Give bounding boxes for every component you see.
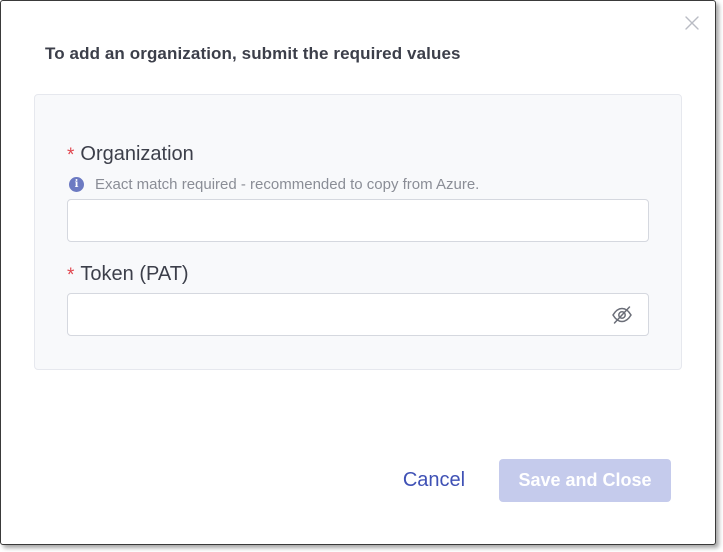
token-label: * Token (PAT) bbox=[67, 263, 189, 286]
organization-hint: i Exact match required - recommended to … bbox=[69, 176, 479, 193]
eye-slash-icon[interactable] bbox=[611, 305, 633, 325]
add-organization-dialog: To add an organization, submit the requi… bbox=[0, 0, 716, 545]
token-input[interactable] bbox=[67, 293, 649, 336]
token-label-text: Token (PAT) bbox=[80, 263, 189, 285]
close-icon[interactable] bbox=[683, 14, 701, 32]
organization-label-text: Organization bbox=[80, 143, 194, 165]
dialog-title: To add an organization, submit the requi… bbox=[45, 44, 461, 63]
organization-label: * Organization bbox=[67, 143, 194, 166]
organization-input[interactable] bbox=[67, 199, 649, 242]
organization-hint-text: Exact match required - recommended to co… bbox=[95, 176, 480, 193]
info-icon: i bbox=[69, 177, 84, 192]
required-marker: * bbox=[67, 264, 75, 286]
cancel-button[interactable]: Cancel bbox=[386, 459, 482, 502]
form-panel: * Organization i Exact match required - … bbox=[34, 94, 682, 370]
required-marker: * bbox=[67, 144, 75, 166]
save-and-close-button[interactable]: Save and Close bbox=[499, 459, 671, 502]
